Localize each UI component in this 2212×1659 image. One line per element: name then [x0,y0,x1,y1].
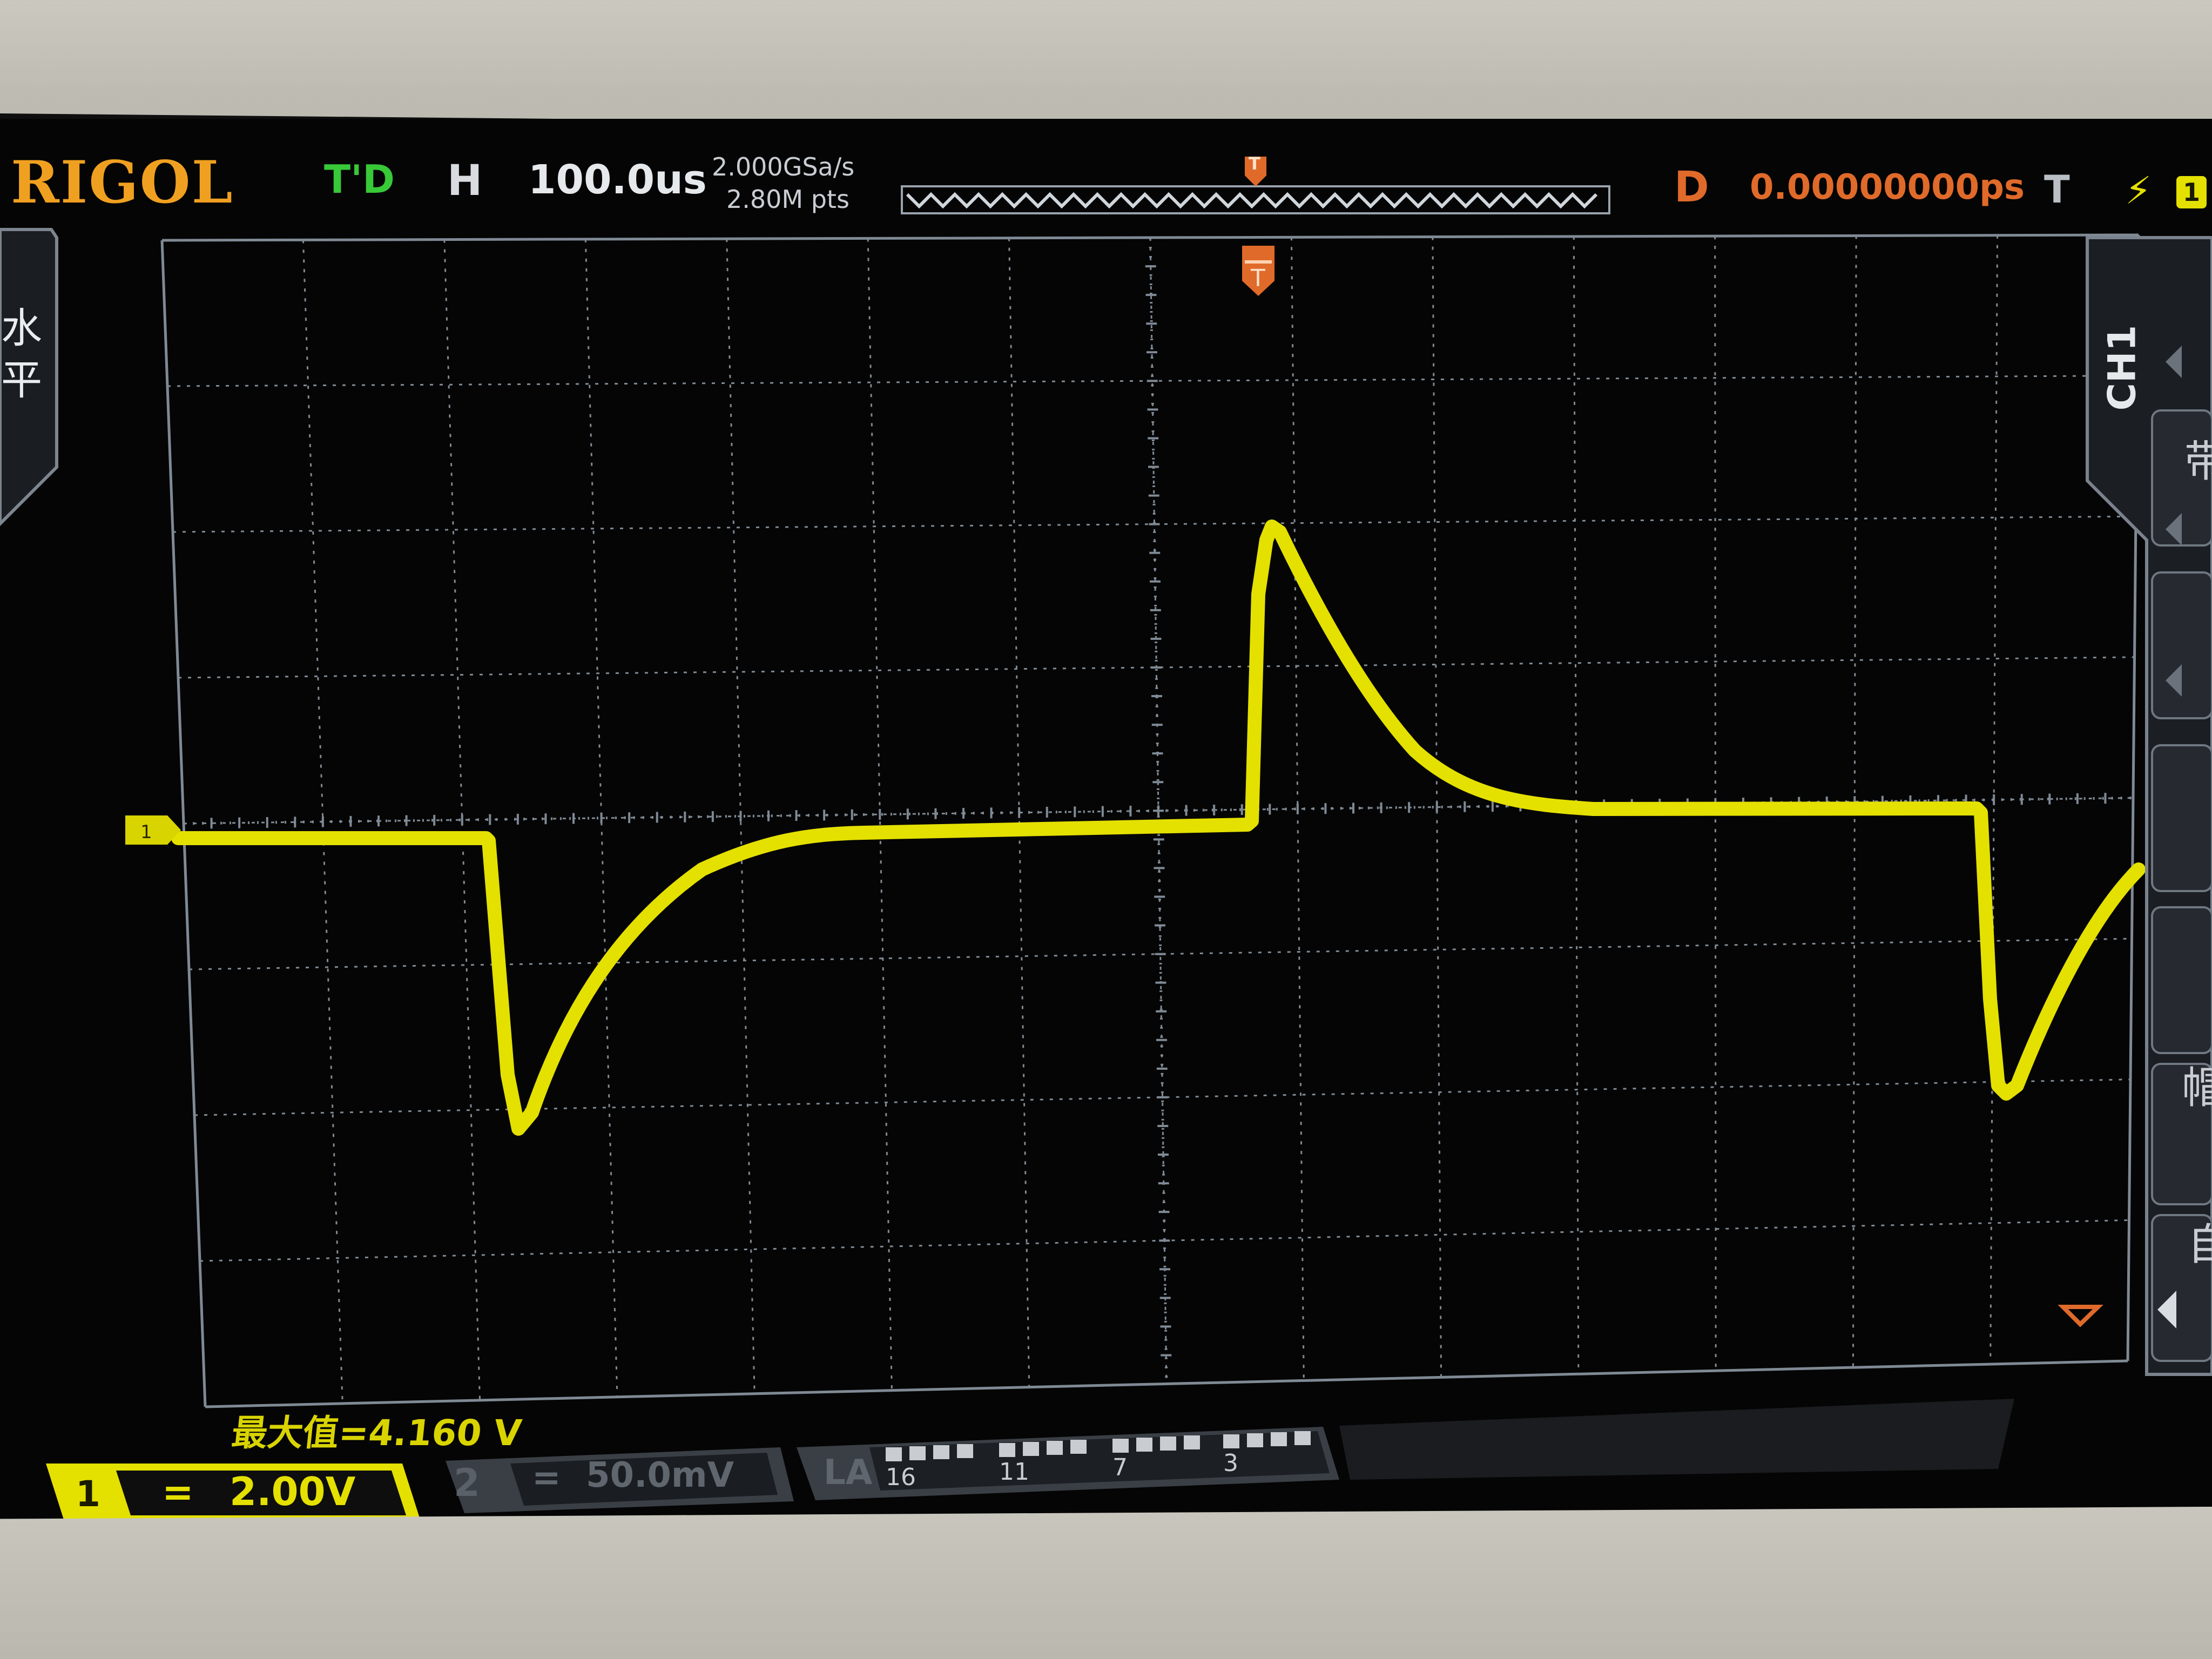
la-bit-box [1223,1434,1239,1448]
la-group-7: 7 [1112,1454,1128,1481]
menu-item-3[interactable]: 自 [2187,1210,2212,1272]
menu-slot-3[interactable] [2151,744,2212,892]
la-label: LA [824,1453,873,1493]
channel-tab-label[interactable]: CH1 [2100,325,2144,411]
horizontal-tab-label: 水平 [1,304,42,404]
menu-item-1[interactable]: 带 [2184,427,2212,489]
ch2-number: 2 [454,1461,480,1505]
la-bit-box [1136,1438,1152,1452]
la-bit-box [1023,1442,1039,1456]
la-bit-box [1047,1441,1063,1455]
trigger-edge-icon: ⚡ [2125,168,2152,213]
brand-logo: RIGOL [11,149,234,217]
delay-label: D [1674,163,1709,212]
la-bit-box [999,1443,1015,1457]
scroll-down-icon[interactable] [2058,1305,2103,1327]
la-bit-box [1247,1433,1263,1447]
ch2-scale[interactable]: 50.0mV [586,1455,734,1495]
timebase-label: H [447,157,483,205]
ch1-waveform [171,520,2146,1136]
trigger-source[interactable]: 1 [2176,176,2207,208]
la-bit-box [1112,1439,1129,1453]
trigger-top-marker-label: T [1249,153,1260,174]
max-measurement: 最大值=4.160 V [230,1412,524,1454]
ch1-number: 1 [76,1473,100,1515]
la-bit-box [1160,1437,1176,1451]
ch1-coupling: = [162,1470,194,1514]
menu-slot-4[interactable] [2151,906,2212,1054]
ch1-marker-label: 1 [140,821,152,843]
la-group-3: 3 [1223,1449,1238,1477]
la-bit-box [886,1447,902,1461]
la-group-16: 16 [886,1464,916,1491]
la-bit-box [909,1446,926,1460]
status-bar-strip [1339,1399,2014,1480]
menu-item-2[interactable]: 帽 [2182,1053,2212,1116]
ch1-scale[interactable]: 2.00V [230,1469,355,1514]
memory-depth: 2.80M pts [726,185,849,214]
la-bit-box [933,1445,949,1459]
trigger-marker-label: T [1250,265,1265,292]
timebase-value[interactable]: 100.0us [528,157,707,203]
delay-value[interactable]: 0.00000000ps [1750,167,2025,207]
sample-rate: 2.000GSa/s [712,152,855,181]
menu-slot-2[interactable] [2151,571,2212,719]
run-status[interactable]: T'D [324,157,395,202]
scope-lower-frame [0,1507,2212,1659]
la-bit-box [1070,1440,1087,1454]
la-bit-box [1294,1431,1311,1445]
ch2-coupling: = [532,1458,561,1498]
la-bit-box [957,1444,973,1458]
trigger-type[interactable]: T [2044,167,2070,212]
la-bit-box [1271,1432,1287,1446]
la-bit-box [1184,1435,1200,1449]
la-group-11: 11 [999,1458,1029,1486]
trigger-position-marker[interactable]: T [1242,246,1274,296]
